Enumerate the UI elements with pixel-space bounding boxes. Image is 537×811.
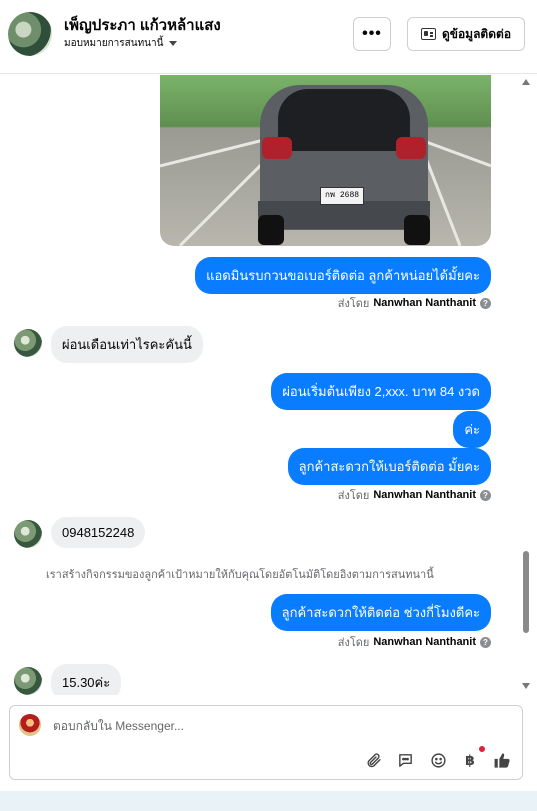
message-incoming[interactable]: 0948152248 [51,517,146,548]
smiley-icon[interactable] [428,750,448,770]
license-plate: กพ 2688 [320,187,364,205]
contact-avatar-small[interactable] [14,329,42,357]
paperclip-icon[interactable] [363,750,383,770]
scroll-down-arrow-icon[interactable] [522,683,530,689]
scroll-thumb[interactable] [523,551,529,633]
view-contact-button[interactable]: ดูข้อมูลติดต่อ [407,17,525,51]
reply-input[interactable] [53,716,493,736]
notification-dot [479,746,485,752]
contact-avatar-small[interactable] [14,667,42,695]
caret-down-icon [169,41,178,46]
sent-by-line: ส่งโดย Nanwhan Nanthanit ? [338,486,491,504]
help-icon[interactable]: ? [480,636,491,648]
help-icon[interactable]: ? [480,297,491,309]
contact-card-icon [420,28,436,40]
thumbs-up-icon[interactable] [492,750,512,770]
reply-composer: ฿ [9,705,523,780]
bottom-strip [0,791,537,811]
assign-conversation-dropdown[interactable]: มอบหมายการสนทนานี้ [64,36,178,51]
sent-by-prefix: ส่งโดย [337,490,370,502]
message-incoming[interactable]: ผ่อนเดือนเท่าไรคะคันนี้ [51,326,203,363]
assign-label: มอบหมายการสนทนานี้ [64,38,164,49]
car-window [278,89,410,151]
message-outgoing[interactable]: ค่ะ [453,411,491,448]
message-thread[interactable]: กพ 2688 แอดมินรบกวนขอเบอร์ติดต่อ ลูกค้าห… [0,75,537,695]
system-note: เราสร้างกิจกรรมของลูกค้าเป้าหมายให้กับคุ… [46,569,434,581]
message-outgoing[interactable]: ผ่อนเริ่มต้นเพียง 2,xxx. บาท 84 งวด [271,373,491,410]
thread-scrollbar[interactable] [519,75,533,695]
message-outgoing[interactable]: ลูกค้าสะดวกให้เบอร์ติดต่อ มั้ยคะ [287,448,491,485]
help-icon[interactable]: ? [480,489,491,501]
sent-by-line: ส่งโดย Nanwhan Nanthanit ? [338,633,491,651]
message-outgoing[interactable]: แอดมินรบกวนขอเบอร์ติดต่อ ลูกค้าหน่อยได้ม… [195,257,491,294]
baht-icon[interactable]: ฿ [460,750,480,770]
page-avatar [19,714,41,736]
message-outgoing[interactable]: ลูกค้าสะดวกให้ติดต่อ ช่วงกี่โมงดีคะ [270,594,491,631]
sent-by-prefix: ส่งโดย [337,637,370,649]
message-incoming[interactable]: 15.30ค่ะ [51,664,122,695]
sent-by-prefix: ส่งโดย [337,298,370,310]
conversation-header: เพ็ญประภา แก้วหล้าแสง มอบหมายการสนทนานี้… [0,0,537,74]
sent-by-name: Nanwhan Nanthanit [373,636,476,648]
tail-light-left [262,137,292,159]
contact-avatar[interactable] [8,12,52,56]
wheel-right [404,215,430,245]
tail-light-right [396,137,426,159]
view-contact-label: ดูข้อมูลติดต่อ [441,26,512,41]
sent-by-line: ส่งโดย Nanwhan Nanthanit ? [338,294,491,312]
sent-by-name: Nanwhan Nanthanit [373,489,476,501]
sent-by-name: Nanwhan Nanthanit [373,297,476,309]
contact-avatar-small[interactable] [14,520,42,548]
contact-name[interactable]: เพ็ญประภา แก้วหล้าแสง [64,13,221,37]
chat-bubble-icon[interactable] [395,750,415,770]
car-photo[interactable]: กพ 2688 [160,75,491,246]
more-options-button[interactable]: ••• [353,17,391,51]
scroll-up-arrow-icon[interactable] [522,79,530,85]
wheel-left [258,215,284,245]
